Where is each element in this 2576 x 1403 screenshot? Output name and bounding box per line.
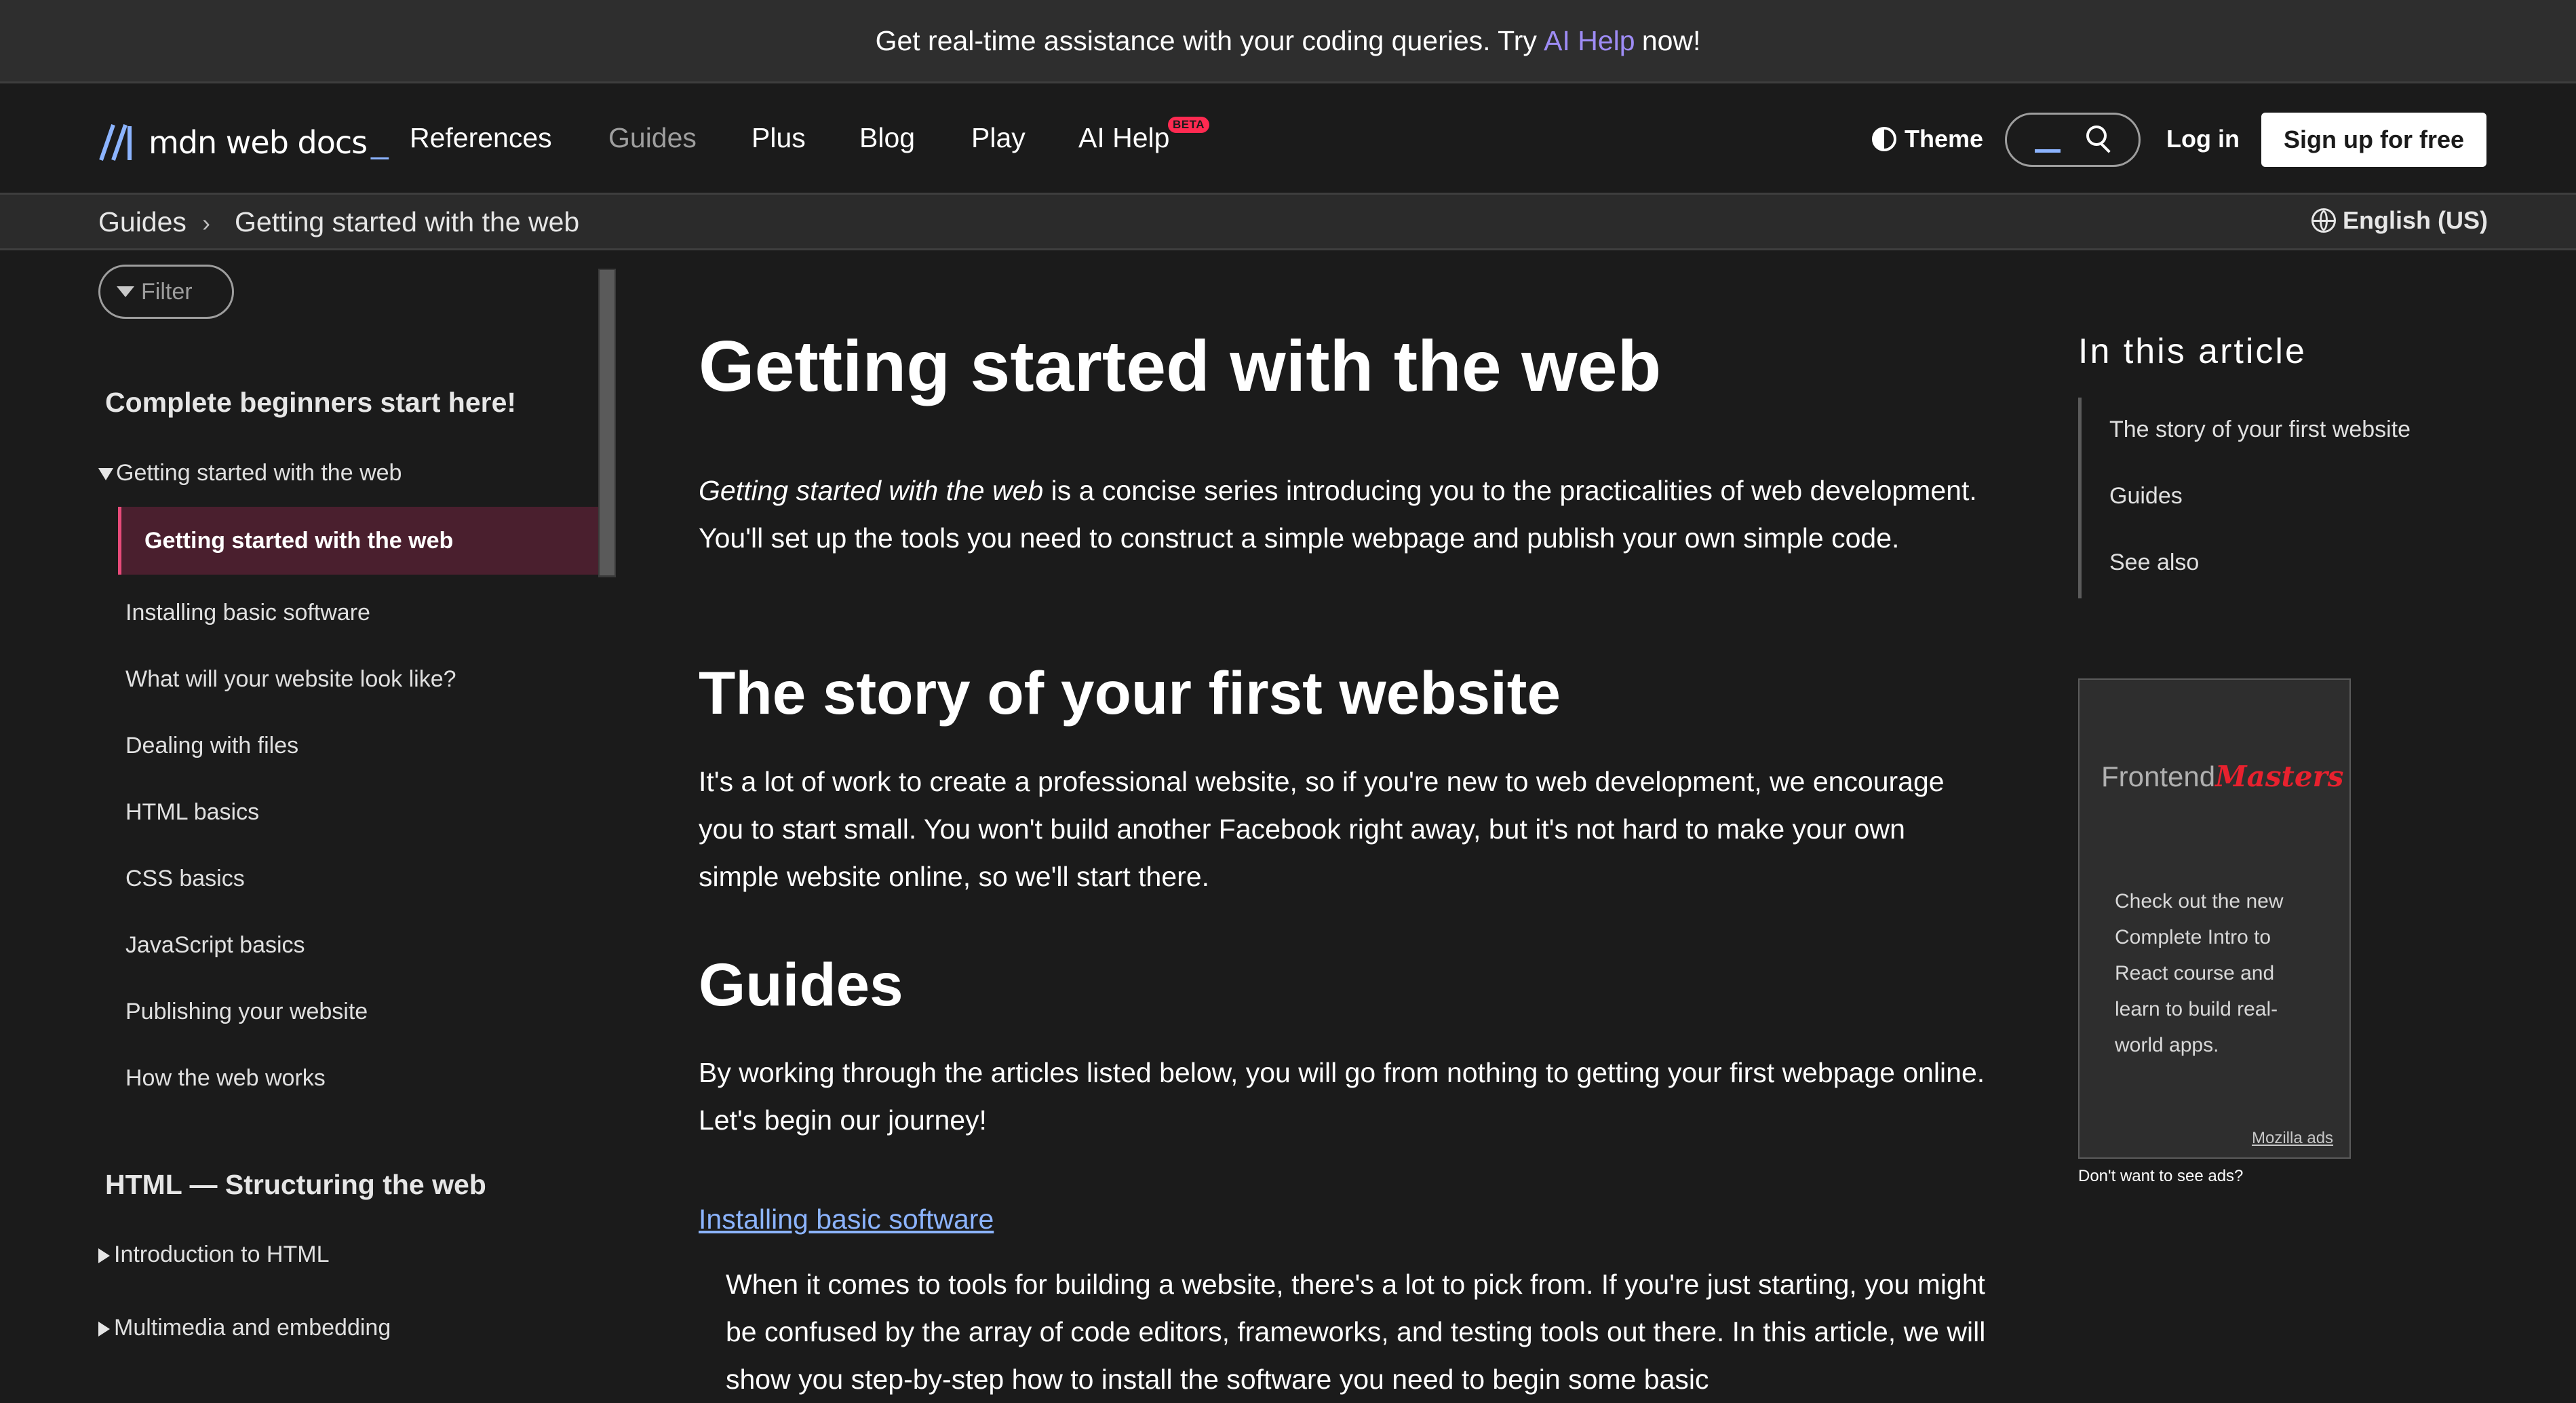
nav-ai-help[interactable]: AI Help <box>1078 122 1169 154</box>
mdn-m-icon <box>99 124 132 161</box>
nav-play[interactable]: Play <box>971 122 1026 154</box>
search-icon <box>2086 126 2107 146</box>
sidebar-item[interactable]: HTML basics <box>125 799 259 826</box>
search-button[interactable] <box>2005 113 2141 167</box>
ad-logo-b: Masters <box>2215 760 2344 793</box>
beta-badge: BETA <box>1168 117 1210 133</box>
logo-cursor: _ <box>371 125 389 160</box>
heading-story: The story of your first website <box>699 659 1561 727</box>
login-link[interactable]: Log in <box>2166 125 2240 153</box>
contrast-icon <box>1872 127 1896 151</box>
mozilla-ads-link[interactable]: Mozilla ads <box>2252 1129 2333 1148</box>
sidebar-group-label: Introduction to HTML <box>114 1242 330 1267</box>
sidebar-item[interactable]: How the web works <box>125 1065 326 1092</box>
sidebar-item[interactable]: JavaScript basics <box>125 932 305 959</box>
theme-switcher[interactable]: Theme <box>1872 125 1983 153</box>
promo-banner: Get real-time assistance with your codin… <box>0 0 2576 83</box>
page-title: Getting started with the web <box>699 326 1662 406</box>
intro-paragraph: Getting started with the web is a concis… <box>699 467 1987 562</box>
filter-label: Filter <box>141 278 193 305</box>
sidebar-section-heading[interactable]: HTML — Structuring the web <box>105 1169 486 1201</box>
breadcrumb-guides[interactable]: Guides <box>98 206 187 238</box>
mdn-logo[interactable]: mdn web docs _ <box>98 122 389 163</box>
disclosure-closed-icon <box>98 1322 110 1337</box>
sidebar-scroll-thumb[interactable] <box>600 270 614 575</box>
sidebar-item[interactable]: Dealing with files <box>125 733 298 759</box>
signup-button[interactable]: Sign up for free <box>2261 113 2486 167</box>
story-paragraph: It's a lot of work to create a professio… <box>699 766 1945 892</box>
banner-suffix: now! <box>1641 24 1701 56</box>
disclosure-open-icon <box>98 468 113 481</box>
ad-logo-a: Frontend <box>2101 761 2216 792</box>
sidebar-section-heading[interactable]: Complete beginners start here! <box>105 387 516 419</box>
nav-references[interactable]: References <box>410 122 552 154</box>
sidebar-item[interactable]: What will your website look like? <box>125 666 456 693</box>
globe-icon <box>2311 208 2336 233</box>
sidebar-group-multimedia[interactable]: Multimedia and embedding <box>98 1315 391 1341</box>
disclosure-closed-icon <box>98 1248 110 1264</box>
sidebar-item[interactable]: CSS basics <box>125 866 245 892</box>
language-label: English (US) <box>2343 206 2488 234</box>
chevron-right-icon: › <box>202 209 210 237</box>
logo-text: mdn web docs <box>149 124 368 161</box>
toc-title: In this article <box>2078 332 2307 371</box>
heading-guides: Guides <box>699 950 903 1018</box>
toc-item[interactable]: See also <box>2109 550 2199 576</box>
intro-emphasis: Getting started with the web <box>699 475 1044 506</box>
theme-label: Theme <box>1905 125 1984 153</box>
sidebar-group-label: Multimedia and embedding <box>114 1315 391 1341</box>
no-ads-link[interactable]: Don't want to see ads? <box>2078 1167 2243 1186</box>
ad-text[interactable]: Check out the new Complete Intro to Reac… <box>2115 883 2318 1063</box>
link-installing-basic-software[interactable]: Installing basic software <box>699 1204 994 1235</box>
ai-help-banner-link[interactable]: AI Help <box>1544 25 1635 57</box>
frontend-masters-logo[interactable]: FrontendMasters <box>2101 760 2343 793</box>
breadcrumb-current[interactable]: Getting started with the web <box>235 206 579 238</box>
filter-icon <box>117 286 134 297</box>
guides-paragraph: By working through the articles listed b… <box>699 1057 1985 1136</box>
nav-guides[interactable]: Guides <box>608 122 697 154</box>
banner-text: Get real-time assistance with your codin… <box>875 24 1537 56</box>
nav-blog[interactable]: Blog <box>859 122 915 154</box>
nav-plus[interactable]: Plus <box>752 122 806 154</box>
sidebar-item[interactable]: Publishing your website <box>125 999 368 1025</box>
sidebar-group-getting-started[interactable]: Getting started with the web <box>98 460 402 486</box>
language-switcher[interactable]: English (US) <box>2311 206 2488 235</box>
toc-item[interactable]: The story of your first website <box>2109 417 2411 443</box>
link-description: When it comes to tools for building a we… <box>726 1269 1986 1395</box>
sidebar-filter[interactable]: Filter <box>98 265 234 319</box>
sidebar-item[interactable]: Installing basic software <box>125 600 370 626</box>
toc-divider <box>2078 398 2082 598</box>
search-cursor <box>2035 149 2061 153</box>
sidebar-item-active[interactable]: Getting started with the web <box>118 507 598 575</box>
sidebar-group-label: Getting started with the web <box>116 460 402 486</box>
sidebar-group-intro-html[interactable]: Introduction to HTML <box>98 1242 329 1268</box>
toc-item[interactable]: Guides <box>2109 483 2183 510</box>
